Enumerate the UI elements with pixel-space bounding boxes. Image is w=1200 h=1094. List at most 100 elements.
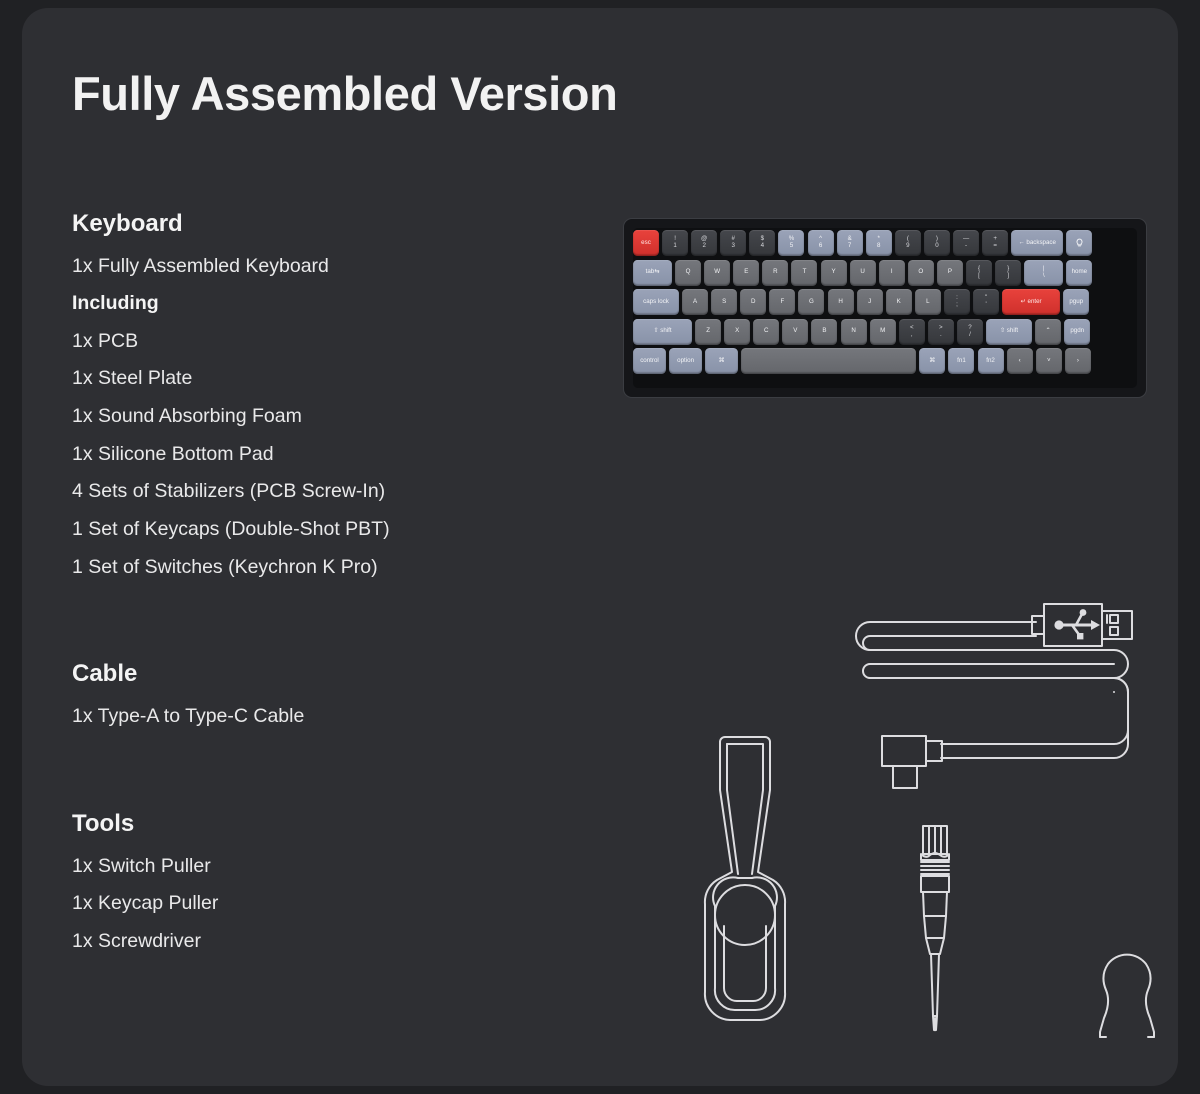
key-legend-bottom: [ xyxy=(978,271,980,279)
key-spacebar xyxy=(741,348,917,374)
usb-type-a-to-type-c-cable-icon xyxy=(855,603,1133,789)
key-label: option xyxy=(677,356,695,364)
key-q: Q xyxy=(675,259,702,286)
key-tab: tab⇆ xyxy=(633,259,672,286)
key-label: B xyxy=(822,327,827,335)
key-label: U xyxy=(860,268,865,276)
key-label: caps lock xyxy=(643,297,669,305)
key-enter: ↵ enter xyxy=(1002,289,1061,315)
keyboard-row-shift-row: ⇧ shift Z X C V B N M <, >.? / ⇧ shift ⌃ pgdn xyxy=(633,318,1137,348)
key-label: Q xyxy=(685,268,691,276)
section-keyboard-list: 1x Fully Assembled Keyboard Including 1x P… xyxy=(72,248,592,587)
key-legend-bottom: 1 xyxy=(673,242,677,249)
key-: :; xyxy=(943,289,970,315)
key-label: C xyxy=(764,327,769,335)
list-item: 1x Keycap Puller xyxy=(72,892,219,915)
key-: ⌘ xyxy=(705,348,739,374)
key-fn1: fn1 xyxy=(948,348,975,374)
key-label: N xyxy=(851,327,856,335)
key-label: ⌘ xyxy=(929,356,936,364)
list-item: 4 Sets of Stabilizers (PCB Screw-In) xyxy=(72,480,386,503)
key-j: J xyxy=(856,289,883,315)
page-title: Fully Assembled Version xyxy=(72,67,618,120)
key-: + = xyxy=(982,230,1009,256)
list-item: 1x Type-A to Type-C Cable xyxy=(72,704,305,727)
key-3: #3 xyxy=(720,230,747,256)
list-item: 1x PCB xyxy=(72,329,139,352)
list-item: 1x Silicone Bottom Pad xyxy=(72,442,274,465)
key-shift: ⇧ shift xyxy=(986,318,1033,345)
key-x: X xyxy=(724,318,751,345)
key-o: O xyxy=(907,259,934,286)
key-: ? / xyxy=(956,318,983,345)
key-: ˅ xyxy=(1035,348,1062,374)
section-keyboard-heading: Keyboard xyxy=(72,210,183,237)
list-item: 1x Switch Puller xyxy=(72,854,211,877)
list-item: 1x Sound Absorbing Foam xyxy=(72,405,302,428)
keyboard-row-tab-row: tab⇆ Q W E R T Y U I O P {[}] | \ home xyxy=(633,259,1137,289)
key-legend-bottom: 2 xyxy=(702,242,706,249)
key-light-bulb-icon xyxy=(1066,230,1093,256)
key-home: home xyxy=(1066,259,1093,286)
key-legend-bottom: / xyxy=(969,330,971,338)
key-y: Y xyxy=(820,259,847,286)
key-pgdn: pgdn xyxy=(1064,318,1091,345)
key-label: R xyxy=(773,268,778,276)
list-item: 1 Set of Keycaps (Double-Shot PBT) xyxy=(72,517,390,540)
content-card: Fully Assembled Version Keyboard 1x Full… xyxy=(22,8,1178,1086)
key-g: G xyxy=(798,289,825,315)
key-label: D xyxy=(751,297,756,305)
key-esc: esc xyxy=(633,230,659,256)
light-bulb-icon xyxy=(1076,238,1083,247)
keycap-puller-icon xyxy=(1099,953,1155,1038)
key-label: W xyxy=(714,268,721,276)
key-label: A xyxy=(693,297,698,305)
key-8: * 8 xyxy=(865,230,892,256)
key-label: Z xyxy=(706,327,710,335)
key-label: ⌘ xyxy=(718,356,725,364)
key-a: A xyxy=(682,289,709,315)
list-item: 1x Steel Plate xyxy=(72,367,193,390)
key-s: S xyxy=(711,289,738,315)
keyboard-row-caps-row: caps lock A S D F G H J K L:; " ' ↵ enter pgup xyxy=(633,289,1137,318)
key-6: ^ 6 xyxy=(807,230,834,256)
screwdriver-icon xyxy=(920,825,950,1032)
key-label: L xyxy=(926,297,930,305)
key-legend-bottom: . xyxy=(939,330,942,338)
key-legend-bottom: 7 xyxy=(847,242,852,249)
key-label: fn1 xyxy=(957,356,966,364)
key-label: M xyxy=(880,327,886,335)
key-: >. xyxy=(927,318,954,345)
key-label: ˅ xyxy=(1046,356,1051,364)
key-legend-bottom: ; xyxy=(956,301,958,308)
key-m: M xyxy=(869,318,896,345)
key-legend-bottom: - xyxy=(965,242,968,249)
key-: — - xyxy=(953,230,980,256)
key-p: P xyxy=(936,259,963,286)
key-legend-bottom: ' xyxy=(985,301,987,308)
key-e: E xyxy=(733,259,760,286)
key-shift: ⇧ shift xyxy=(633,318,692,345)
key-legend-bottom: 5 xyxy=(789,242,794,249)
key-label: S xyxy=(722,297,727,305)
key-t: T xyxy=(791,259,818,286)
list-item: 1x Fully Assembled Keyboard xyxy=(72,254,329,277)
key-b: B xyxy=(811,318,838,345)
section-tools-heading: Tools xyxy=(72,810,135,837)
keyboard-row-bottom-row: control option ⌘ ⌘ fn1 fn2 ‹ ˅ › xyxy=(633,348,1137,377)
key-pgup: pgup xyxy=(1063,289,1090,315)
key-label: › xyxy=(1076,356,1079,364)
key-legend-bottom: 4 xyxy=(760,242,765,249)
key-9: (9 xyxy=(894,230,921,256)
key-f: F xyxy=(769,289,796,315)
key-: ⌃ xyxy=(1035,318,1062,345)
key-w: W xyxy=(704,259,731,286)
key-d: D xyxy=(740,289,767,315)
key-4: $4 xyxy=(749,230,776,256)
key-legend-bottom: 0 xyxy=(935,242,939,249)
key-label: J xyxy=(868,297,872,305)
key-control: control xyxy=(633,348,666,374)
key-n: N xyxy=(840,318,867,345)
key-label: ‹ xyxy=(1018,356,1021,364)
key-: " ' xyxy=(973,289,1000,315)
